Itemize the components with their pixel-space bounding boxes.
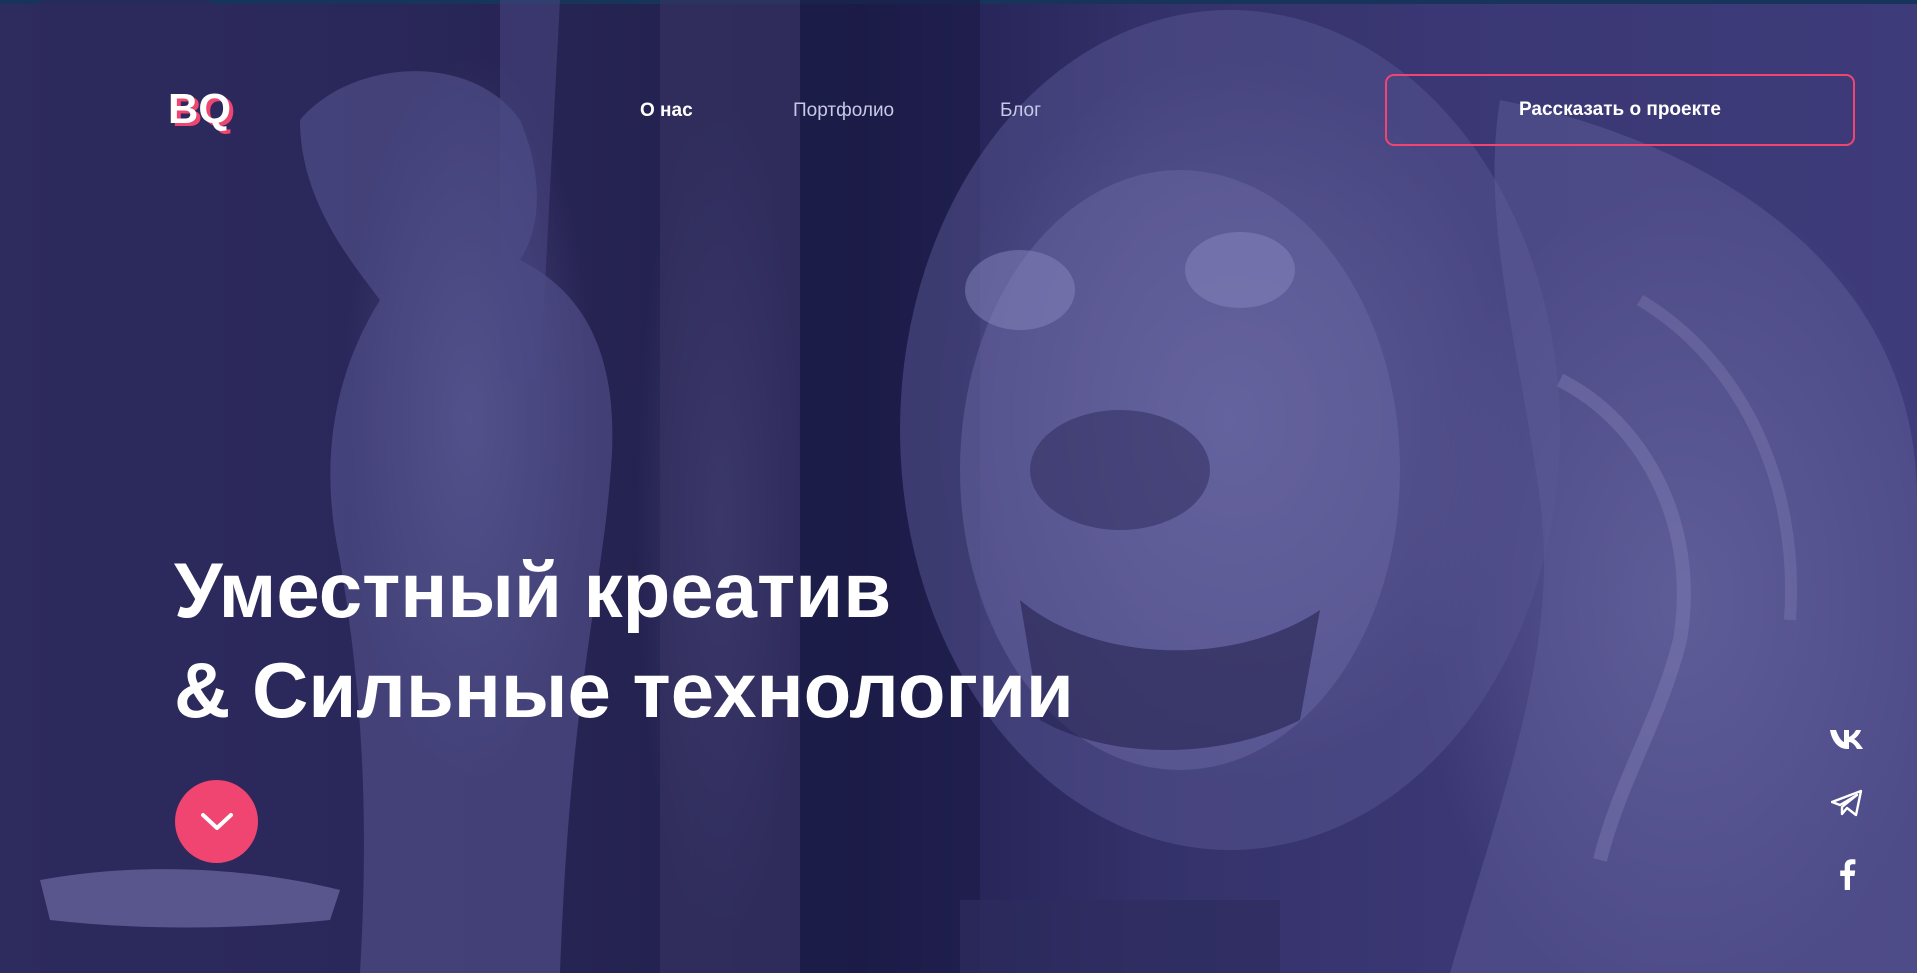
telegram-icon — [1831, 789, 1863, 817]
nav-item-portfolio[interactable]: Портфолио — [793, 100, 894, 122]
vk-icon — [1830, 730, 1863, 749]
nav-item-blog[interactable]: Блог — [1000, 100, 1041, 122]
hero-headline: Уместный креатив & Сильные технологии — [174, 540, 1074, 740]
scroll-down-button[interactable] — [175, 780, 258, 863]
nav-item-about[interactable]: О нас — [640, 100, 693, 122]
facebook-icon — [1840, 859, 1856, 890]
chevron-down-icon — [200, 812, 233, 830]
bq-logo[interactable]: BQ BQ — [168, 86, 246, 134]
facebook-link[interactable] — [1829, 857, 1865, 891]
tell-about-project-button[interactable]: Рассказать о проекте — [1385, 74, 1855, 146]
headline-line-2: & Сильные технологии — [174, 646, 1074, 734]
vk-link[interactable] — [1829, 722, 1865, 756]
svg-text:BQ: BQ — [168, 86, 231, 132]
hero-section: BQ BQ О нас Портфолио Блог Рассказать о … — [0, 0, 1917, 973]
telegram-link[interactable] — [1829, 786, 1865, 820]
headline-line-1: Уместный креатив — [174, 546, 892, 634]
